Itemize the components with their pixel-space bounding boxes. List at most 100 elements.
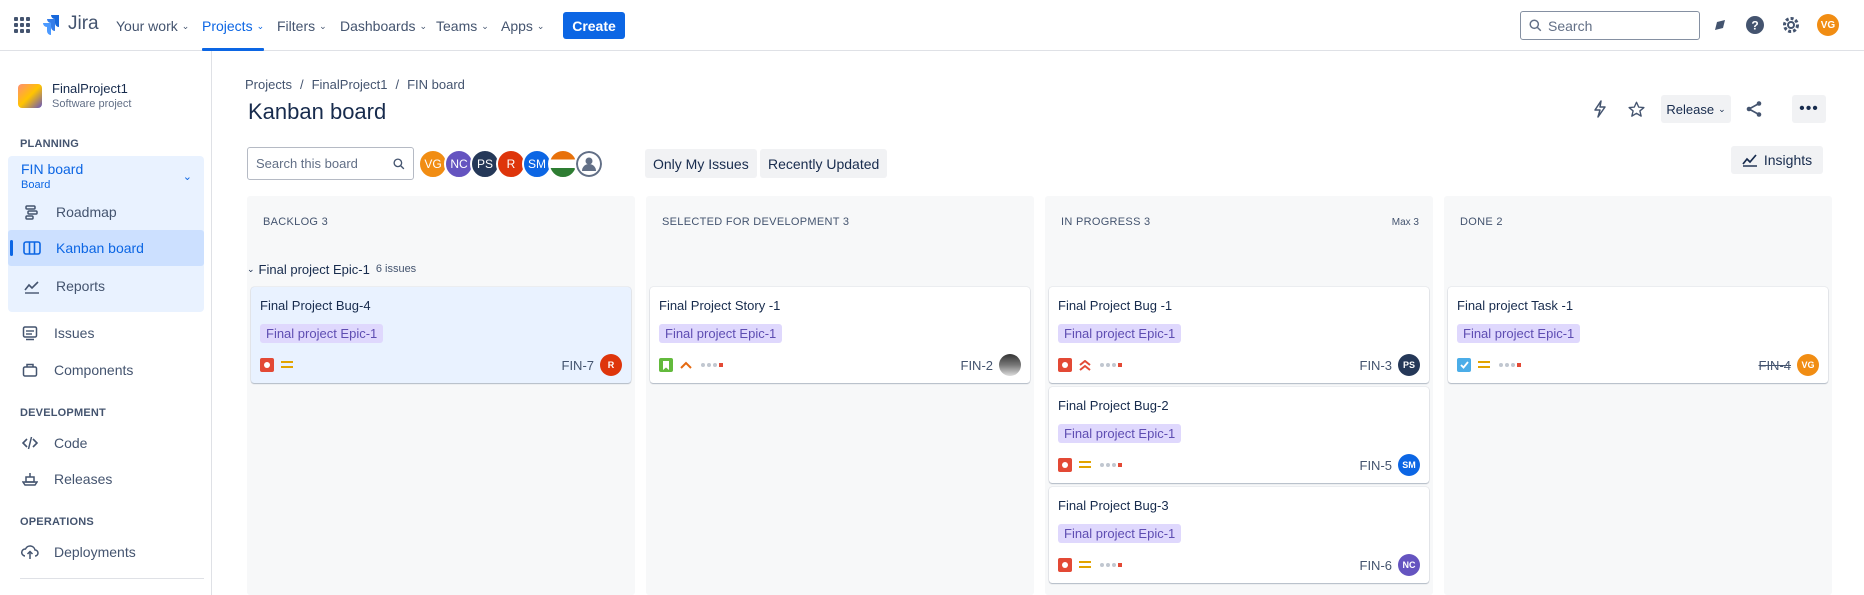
card-footer: FIN-5 SM (1058, 454, 1420, 476)
sidebar-item-label: Components (54, 362, 134, 378)
nav-label: Projects (202, 17, 253, 34)
settings-gear-icon[interactable] (1779, 13, 1803, 37)
issue-card[interactable]: Final project Task -1 Final project Epic… (1448, 287, 1828, 383)
global-search-input[interactable]: Search (1520, 11, 1700, 40)
only-my-issues-filter[interactable]: Only My Issues (645, 149, 757, 178)
issues-icon (20, 323, 40, 343)
assignee-avatar-photo[interactable] (999, 354, 1021, 376)
sidebar-item-releases[interactable]: Releases (6, 461, 202, 497)
insights-chart-icon (1742, 154, 1757, 167)
release-button[interactable]: Release ⌄ (1661, 95, 1731, 123)
assignee-avatar[interactable]: SM (1398, 454, 1420, 476)
chevron-down-icon[interactable]: ⌄ (183, 170, 192, 183)
issue-card[interactable]: Final Project Bug-3 Final project Epic-1… (1049, 487, 1429, 583)
issue-key-done[interactable]: FIN-4 (1759, 358, 1792, 373)
card-title: Final Project Story -1 (659, 298, 781, 313)
sidebar-item-label: Deployments (54, 544, 136, 560)
assignee-avatar[interactable]: R (600, 354, 622, 376)
chevron-down-icon: ⌄ (247, 263, 255, 274)
status-dots-icon (701, 363, 723, 367)
board-search-input[interactable]: Search this board (247, 147, 414, 180)
nav-dashboards[interactable]: Dashboards ⌄ (340, 0, 427, 51)
board-search-placeholder: Search this board (256, 156, 358, 171)
nav-filters[interactable]: Filters ⌄ (277, 0, 327, 51)
avatar-filter-unassigned[interactable] (574, 149, 604, 179)
issue-card[interactable]: Final Project Bug-4 Final project Epic-1… (251, 287, 631, 383)
nav-teams[interactable]: Teams ⌄ (436, 0, 489, 51)
issue-card[interactable]: Final Project Bug -1 Final project Epic-… (1049, 287, 1429, 383)
breadcrumb-separator: / (395, 77, 400, 92)
issue-card[interactable]: Final Project Story -1 Final project Epi… (650, 287, 1030, 383)
share-icon[interactable] (1740, 97, 1768, 121)
issue-key[interactable]: FIN-5 (1360, 458, 1393, 473)
search-icon (1529, 19, 1542, 32)
code-icon (20, 433, 40, 453)
sidebar-divider (20, 578, 204, 579)
sidebar-item-kanban-board[interactable]: Kanban board (8, 230, 204, 266)
status-dots-icon (1100, 463, 1122, 467)
issue-key[interactable]: FIN-7 (562, 358, 595, 373)
issue-key[interactable]: FIN-6 (1360, 558, 1393, 573)
epic-lozenge: Final project Epic-1 (1058, 424, 1182, 443)
insights-button[interactable]: Insights (1731, 146, 1823, 174)
help-icon[interactable]: ? (1743, 13, 1767, 37)
chevron-down-icon: ⌄ (419, 20, 428, 31)
recently-updated-filter[interactable]: Recently Updated (760, 149, 888, 178)
nav-projects[interactable]: Projects ⌄ (202, 0, 265, 51)
notifications-icon[interactable] (1708, 13, 1732, 37)
card-title: Final Project Bug-3 (1058, 498, 1169, 513)
sidebar-item-label: Kanban board (56, 240, 144, 256)
epic-swimlane-header[interactable]: ⌄ Final project Epic-1 6 issues (247, 260, 1824, 278)
card-title: Final Project Bug-4 (260, 298, 371, 313)
card-title: Final project Task -1 (1457, 298, 1574, 313)
board-switcher[interactable]: FIN board Board (21, 161, 83, 191)
sidebar-item-reports[interactable]: Reports (8, 268, 204, 304)
priority-medium-icon (280, 358, 294, 372)
nav-label: Filters (277, 17, 316, 34)
assignee-avatar[interactable]: PS (1398, 354, 1420, 376)
bug-type-icon (260, 358, 274, 372)
app-switcher-icon[interactable] (14, 17, 30, 33)
task-checkbox-icon (1457, 358, 1471, 372)
svg-text:?: ? (1751, 19, 1758, 33)
components-icon (20, 360, 40, 380)
board-subtitle: Board (21, 179, 51, 191)
sidebar-item-issues[interactable]: Issues (6, 315, 202, 351)
reports-chart-icon (22, 276, 42, 296)
star-icon[interactable] (1622, 97, 1650, 121)
bug-type-icon (1058, 458, 1072, 472)
jira-logo[interactable]: Jira (42, 13, 99, 35)
priority-low-icon (679, 358, 693, 372)
assignee-avatar-filter: VG NC PS R SM (418, 149, 604, 179)
board-title: FIN board (21, 161, 84, 177)
breadcrumb-project[interactable]: FinalProject1 (312, 77, 388, 92)
chevron-down-icon: ⌄ (319, 20, 327, 31)
card-footer: FIN-6 NC (1058, 554, 1420, 576)
issue-key[interactable]: FIN-3 (1360, 358, 1393, 373)
nav-label: Your work (116, 17, 178, 34)
issue-key[interactable]: FIN-2 (961, 358, 994, 373)
planning-section-label: PLANNING (20, 138, 80, 150)
nav-your-work[interactable]: Your work ⌄ (116, 0, 189, 51)
card-title: Final Project Bug-2 (1058, 398, 1169, 413)
epic-lozenge: Final project Epic-1 (1058, 324, 1182, 343)
nav-apps[interactable]: Apps ⌄ (501, 0, 544, 51)
breadcrumb-board[interactable]: FIN board (407, 77, 465, 92)
user-avatar[interactable]: VG (1817, 14, 1839, 36)
sidebar-item-deployments[interactable]: Deployments (6, 534, 202, 570)
project-header[interactable]: FinalProject1 Software project (18, 81, 131, 110)
automation-lightning-icon[interactable] (1586, 97, 1614, 121)
sidebar-item-roadmap[interactable]: Roadmap (8, 194, 204, 230)
column-header: BACKLOG 3 (263, 216, 329, 228)
assignee-avatar[interactable]: VG (1797, 354, 1819, 376)
issue-card[interactable]: Final Project Bug-2 Final project Epic-1… (1049, 387, 1429, 483)
more-actions-button[interactable]: ••• (1792, 95, 1826, 123)
status-dots-icon (1499, 363, 1521, 367)
breadcrumb-projects[interactable]: Projects (245, 77, 292, 92)
create-button[interactable]: Create (563, 12, 625, 39)
sidebar-item-components[interactable]: Components (6, 352, 202, 388)
sidebar-item-code[interactable]: Code (6, 425, 202, 461)
assignee-avatar[interactable]: NC (1398, 554, 1420, 576)
release-label: Release (1666, 101, 1715, 117)
card-title: Final Project Bug -1 (1058, 298, 1173, 313)
